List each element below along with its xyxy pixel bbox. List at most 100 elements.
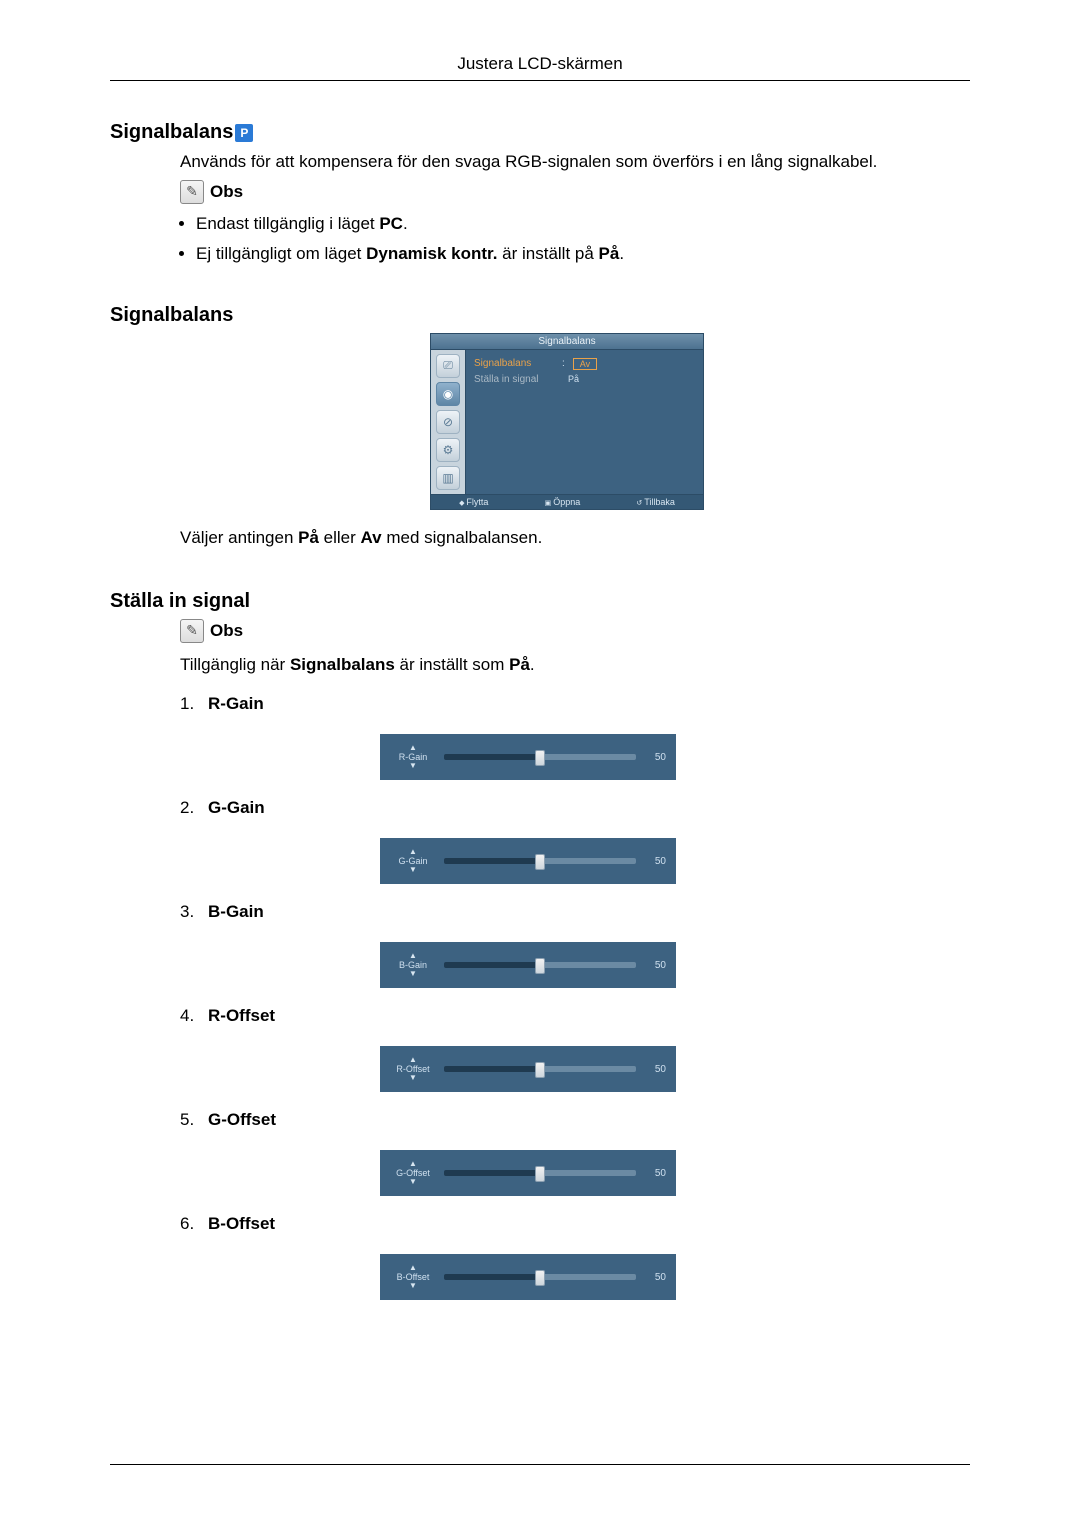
osd-row1-colon: : xyxy=(562,358,565,369)
slider-value: 50 xyxy=(644,752,666,763)
param-label-r-gain: R-Gain xyxy=(208,694,348,714)
param-label-g-offset: G-Offset xyxy=(208,1110,348,1130)
osd-footer-move: Flytta xyxy=(459,497,488,507)
osd-row1-value: Av xyxy=(573,358,597,370)
param-number: 5. xyxy=(180,1110,208,1130)
footer-rule xyxy=(110,1464,970,1465)
param-label-g-gain: G-Gain xyxy=(208,798,348,818)
slider-g-gain[interactable]: ▲ G-Gain ▼ 50 xyxy=(380,838,676,884)
osd-tab-setup-icon[interactable]: ⚙ xyxy=(436,438,460,462)
b1-post: . xyxy=(403,214,408,233)
slider-value: 50 xyxy=(644,856,666,867)
section2-title-text: Signalbalans xyxy=(110,304,233,327)
page-header: Justera LCD-skärmen xyxy=(110,54,970,74)
b2-post: . xyxy=(619,244,624,263)
arrow-up-icon: ▲ xyxy=(409,848,417,856)
b2-bold: Dynamisk kontr. xyxy=(366,244,497,263)
section-stalla-in-signal: Ställa in signal xyxy=(110,590,970,613)
osd-footer-open: Öppna xyxy=(545,497,581,507)
slider-value: 50 xyxy=(644,960,666,971)
slider-b-gain[interactable]: ▲ B-Gain ▼ 50 xyxy=(380,942,676,988)
osd-tab-multi-icon[interactable]: ▥ xyxy=(436,466,460,490)
slider-track[interactable] xyxy=(444,858,636,864)
b2-pre: Ej tillgängligt om läget xyxy=(196,244,366,263)
slider-track[interactable] xyxy=(444,1170,636,1176)
section1-intro: Används för att kompensera för den svaga… xyxy=(180,150,970,174)
s2d-b2: Av xyxy=(361,528,382,547)
param-number: 4. xyxy=(180,1006,208,1026)
param-label-r-offset: R-Offset xyxy=(208,1006,348,1026)
osd-sidebar: ⎚ ◉ ⊘ ⚙ ▥ xyxy=(431,350,466,494)
obs-label: Obs xyxy=(210,182,243,202)
s2d-post: med signalbalansen. xyxy=(382,528,543,547)
param-number: 6. xyxy=(180,1214,208,1234)
note-icon: ✎ xyxy=(180,180,204,204)
slider-thumb[interactable] xyxy=(535,1166,545,1182)
header-rule xyxy=(110,80,970,81)
pc-mode-badge: P xyxy=(235,124,253,142)
slider-b-offset[interactable]: ▲ B-Offset ▼ 50 xyxy=(380,1254,676,1300)
b2-bold2: På xyxy=(599,244,620,263)
arrow-up-icon: ▲ xyxy=(409,1056,417,1064)
note-icon: ✎ xyxy=(180,619,204,643)
bullet-1: Endast tillgänglig i läget PC. xyxy=(196,214,970,234)
osd-row1-label: Signalbalans xyxy=(474,358,554,369)
osd-row-signalbalans[interactable]: Signalbalans : Av xyxy=(474,356,695,372)
slider-value: 50 xyxy=(644,1064,666,1075)
section3-title-text: Ställa in signal xyxy=(110,590,250,613)
s2d-b1: På xyxy=(298,528,319,547)
slider-track[interactable] xyxy=(444,962,636,968)
osd-tab-input-icon[interactable]: ⎚ xyxy=(436,354,460,378)
param-label-b-offset: B-Offset xyxy=(208,1214,348,1234)
slider-r-offset[interactable]: ▲ R-Offset ▼ 50 xyxy=(380,1046,676,1092)
slider-thumb[interactable] xyxy=(535,854,545,870)
osd-tab-picture-icon[interactable]: ◉ xyxy=(436,382,460,406)
slider-thumb[interactable] xyxy=(535,1270,545,1286)
slider-thumb[interactable] xyxy=(535,1062,545,1078)
slider-track[interactable] xyxy=(444,1066,636,1072)
arrow-down-icon: ▼ xyxy=(409,1074,417,1082)
slider-track[interactable] xyxy=(444,1274,636,1280)
s2d-mid: eller xyxy=(319,528,361,547)
bullet-2: Ej tillgängligt om läget Dynamisk kontr.… xyxy=(196,244,970,264)
section3-availability: Tillgänglig när Signalbalans är inställt… xyxy=(180,653,970,677)
s3a-b1: Signalbalans xyxy=(290,655,395,674)
arrow-up-icon: ▲ xyxy=(409,1160,417,1168)
osd-menu: Signalbalans ⎚ ◉ ⊘ ⚙ ▥ Signalbalans : Av xyxy=(430,333,704,510)
section-signalbalans-2: Signalbalans xyxy=(110,304,970,327)
arrow-down-icon: ▼ xyxy=(409,866,417,874)
arrow-down-icon: ▼ xyxy=(409,970,417,978)
s3a-mid: är inställt som xyxy=(395,655,509,674)
param-number: 2. xyxy=(180,798,208,818)
arrow-up-icon: ▲ xyxy=(409,952,417,960)
osd-footer: Flytta Öppna Tillbaka xyxy=(431,494,703,509)
slider-value: 50 xyxy=(644,1168,666,1179)
s2d-pre: Väljer antingen xyxy=(180,528,298,547)
osd-row-stalla-in[interactable]: Ställa in signal På xyxy=(474,372,695,387)
slider-thumb[interactable] xyxy=(535,958,545,974)
osd-tab-sound-icon[interactable]: ⊘ xyxy=(436,410,460,434)
osd-footer-back: Tillbaka xyxy=(636,497,675,507)
s3a-post: . xyxy=(530,655,535,674)
slider-r-gain[interactable]: ▲ R-Gain ▼ 50 xyxy=(380,734,676,780)
section1-bullets: Endast tillgänglig i läget PC. Ej tillgä… xyxy=(196,214,970,264)
slider-track[interactable] xyxy=(444,754,636,760)
osd-row2-value: På xyxy=(562,374,585,384)
osd-row2-label: Ställa in signal xyxy=(474,374,554,385)
arrow-down-icon: ▼ xyxy=(409,762,417,770)
param-number: 3. xyxy=(180,902,208,922)
arrow-down-icon: ▼ xyxy=(409,1178,417,1186)
osd-title: Signalbalans xyxy=(431,334,703,350)
section-signalbalans-1: Signalbalans P xyxy=(110,121,970,144)
b1-pre: Endast tillgänglig i läget xyxy=(196,214,379,233)
slider-value: 50 xyxy=(644,1272,666,1283)
arrow-up-icon: ▲ xyxy=(409,744,417,752)
param-label-b-gain: B-Gain xyxy=(208,902,348,922)
slider-thumb[interactable] xyxy=(535,750,545,766)
b1-bold: PC xyxy=(379,214,403,233)
s3a-b2: På xyxy=(509,655,530,674)
param-number: 1. xyxy=(180,694,208,714)
b2-mid: är inställt på xyxy=(497,244,598,263)
slider-g-offset[interactable]: ▲ G-Offset ▼ 50 xyxy=(380,1150,676,1196)
arrow-up-icon: ▲ xyxy=(409,1264,417,1272)
